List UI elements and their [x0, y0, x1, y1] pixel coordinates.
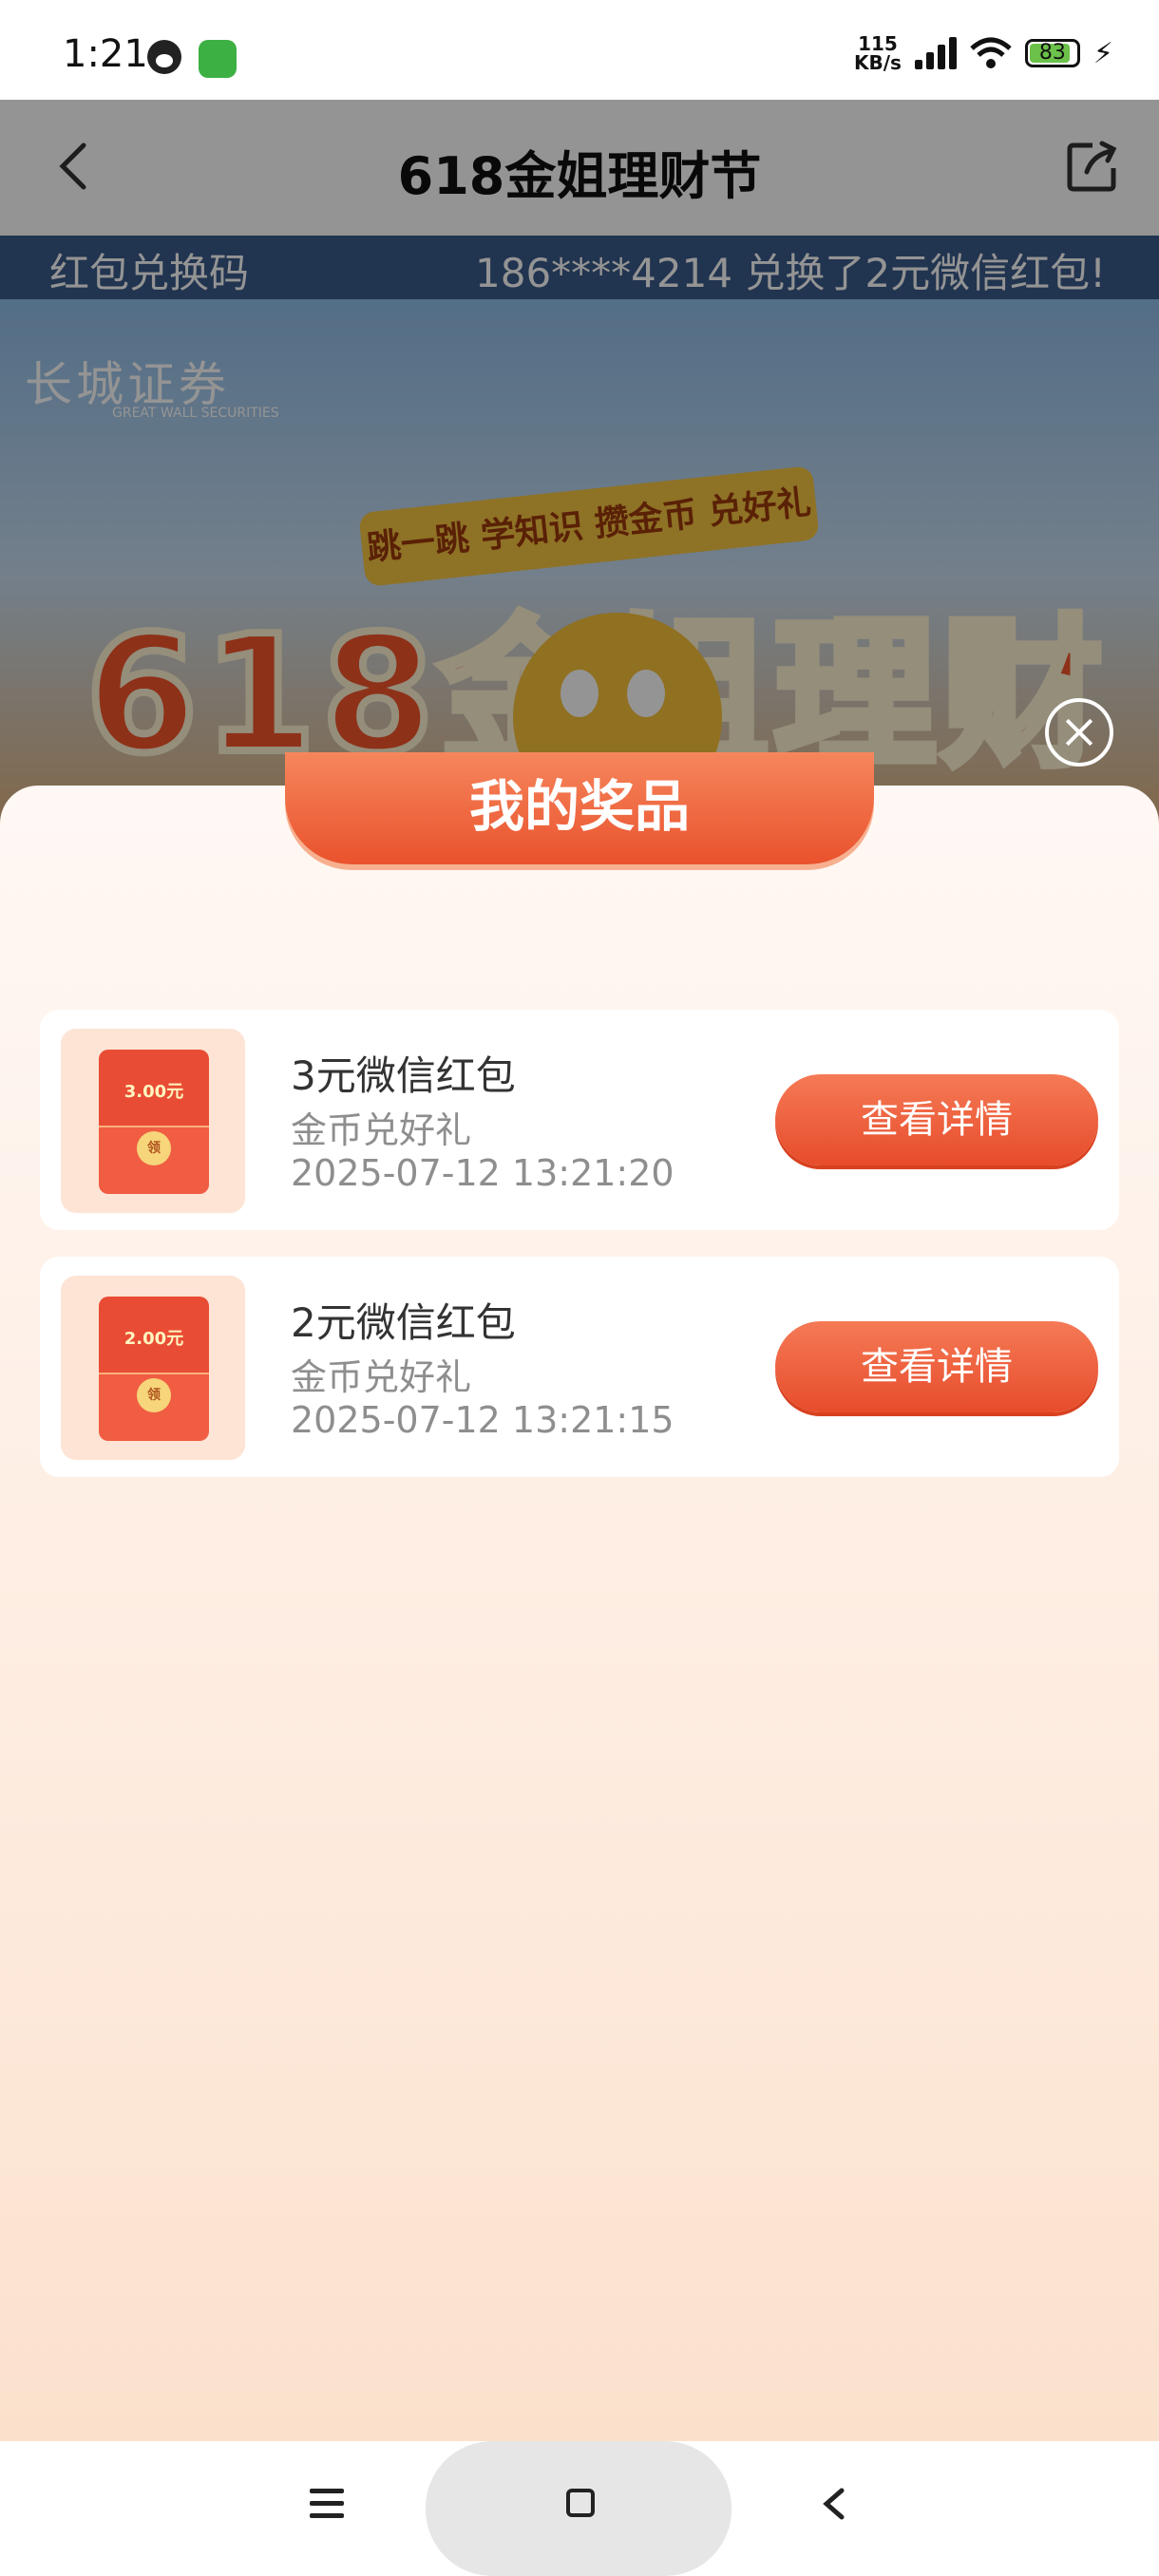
- wechat-icon: [199, 40, 237, 78]
- red-envelope-icon: 3.00元 领: [99, 1050, 209, 1194]
- webview-page: 618金姐理财节 红包兑换码 186****4214 兑换了2元微信红包! 长城…: [0, 100, 1159, 2441]
- back-icon[interactable]: [819, 2487, 847, 2521]
- view-details-button[interactable]: 查看详情: [775, 1321, 1098, 1412]
- prize-time: 2025-07-12 13:21:15: [291, 1399, 674, 1441]
- signal-icon: [914, 37, 957, 69]
- net-speed-value: 115: [858, 32, 898, 55]
- prize-source: 金币兑好礼: [291, 1109, 472, 1151]
- envelope-amount: 2.00元: [124, 1329, 184, 1349]
- status-right: 115 KB/s 83 ⚡: [854, 34, 1113, 72]
- status-time: 1:21: [63, 32, 148, 76]
- view-details-button[interactable]: 查看详情: [775, 1074, 1098, 1165]
- prize-name: 2元微信红包: [291, 1299, 516, 1346]
- charging-icon: ⚡: [1092, 36, 1113, 70]
- system-nav-bar: [0, 2441, 1159, 2576]
- close-circle-icon[interactable]: [1045, 698, 1113, 767]
- red-envelope-icon: 2.00元 领: [99, 1297, 209, 1441]
- prize-card: 2.00元 领 2元微信红包 金币兑好礼 2025-07-12 13:21:15…: [40, 1257, 1119, 1477]
- envelope-seal: 领: [137, 1378, 171, 1412]
- prize-time: 2025-07-12 13:21:20: [291, 1152, 674, 1194]
- net-speed-unit: KB/s: [853, 51, 902, 74]
- prize-card: 3.00元 领 3元微信红包 金币兑好礼 2025-07-12 13:21:20…: [40, 1010, 1119, 1230]
- qq-icon: [147, 40, 181, 74]
- my-prizes-sheet: 我的奖品 3.00元 领 3元微信红包 金币兑好礼 2025-07-12 13:…: [0, 752, 1159, 2441]
- home-icon[interactable]: [566, 2489, 595, 2517]
- menu-icon[interactable]: [310, 2489, 344, 2519]
- red-envelope-thumbnail: 3.00元 领: [61, 1029, 245, 1213]
- red-envelope-thumbnail: 2.00元 领: [61, 1276, 245, 1460]
- net-speed: 115 KB/s: [854, 34, 902, 72]
- prize-name: 3元微信红包: [291, 1052, 516, 1099]
- sheet-title: 我的奖品: [468, 774, 690, 839]
- envelope-amount: 3.00元: [124, 1082, 184, 1102]
- battery-icon: 83: [1024, 39, 1080, 67]
- battery-level: 83: [1038, 41, 1066, 65]
- wifi-icon: [970, 37, 1012, 68]
- prize-source: 金币兑好礼: [291, 1356, 472, 1398]
- status-bar: 1:21 115 KB/s 83 ⚡: [0, 0, 1159, 100]
- envelope-seal: 领: [137, 1131, 171, 1165]
- sheet-title-ribbon: 我的奖品: [285, 752, 874, 864]
